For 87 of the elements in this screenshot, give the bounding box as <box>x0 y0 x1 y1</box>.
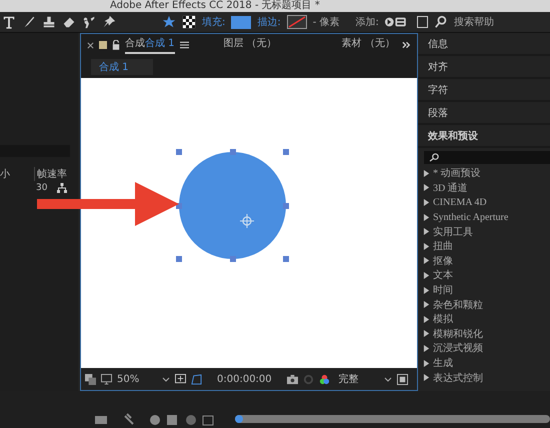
pin-icon[interactable] <box>102 15 116 29</box>
panel-tab[interactable]: 图层 （无） <box>224 36 277 54</box>
disclosure-triangle-icon[interactable] <box>423 374 430 382</box>
effect-category[interactable]: 文本 <box>418 268 550 283</box>
selection-handle[interactable] <box>283 256 289 262</box>
effect-category[interactable]: 模糊和锐化 <box>418 326 550 342</box>
close-icon[interactable] <box>87 42 94 48</box>
brush-icon[interactable] <box>22 15 36 29</box>
arrow-icon <box>37 182 179 226</box>
fast-preview-icon[interactable] <box>396 374 408 384</box>
effect-category[interactable]: 实用工具 <box>418 224 550 239</box>
disclosure-triangle-icon[interactable] <box>423 301 430 308</box>
disclosure-triangle-icon[interactable] <box>423 184 430 192</box>
monitor-icon[interactable] <box>101 374 112 384</box>
disclosure-triangle-icon[interactable] <box>423 286 430 294</box>
disclosure-triangle-icon[interactable] <box>423 360 430 367</box>
disclosure-triangle-icon[interactable] <box>423 344 430 352</box>
star-icon[interactable] <box>162 15 176 29</box>
stroke-label: 描边: <box>257 16 281 29</box>
effect-category[interactable]: 3D 通道 <box>418 180 550 196</box>
search-icon <box>434 15 448 29</box>
panel-header[interactable]: 对齐 <box>418 56 550 79</box>
stroke-width-unit: - 像素 <box>312 16 340 29</box>
panel-header[interactable]: 效果和预设 <box>418 125 550 148</box>
composition-tab[interactable]: 合成 1 <box>91 59 153 75</box>
text-tool-icon[interactable] <box>2 15 16 29</box>
camera-icon[interactable] <box>286 374 298 384</box>
panel-tab[interactable]: 合成合成 1 <box>125 36 175 54</box>
disclosure-triangle-icon[interactable] <box>423 198 430 206</box>
selection-handle[interactable] <box>283 149 289 155</box>
column-header[interactable]: 帧速率 <box>34 167 67 181</box>
effect-category[interactable]: 杂色和颗粒 <box>418 297 550 312</box>
effect-category[interactable]: 模拟 <box>418 312 550 327</box>
column-header[interactable]: 小 <box>0 167 34 181</box>
table-cell: 30 <box>36 183 48 193</box>
panel-header[interactable]: 段落 <box>418 102 550 125</box>
color-channels-icon[interactable] <box>318 374 330 384</box>
fill-swatch[interactable] <box>231 16 252 28</box>
disclosure-triangle-icon[interactable] <box>423 228 430 236</box>
mask-icon[interactable] <box>191 374 202 384</box>
fill-label: 填充: <box>202 16 226 29</box>
menu-icon[interactable] <box>180 41 189 49</box>
effect-category[interactable]: 生成 <box>418 356 550 370</box>
checkbox[interactable] <box>416 16 428 28</box>
panel-header[interactable]: 信息 <box>418 33 550 56</box>
search-help-field[interactable]: 搜索帮助 <box>454 15 494 29</box>
selection-handle[interactable] <box>176 256 182 262</box>
layers-icon[interactable] <box>85 374 96 384</box>
panel-tab[interactable]: 素材 （无） <box>342 36 395 54</box>
timecode[interactable]: 0:00:00:00 <box>217 374 272 384</box>
disclosure-triangle-icon[interactable] <box>423 316 430 323</box>
checker-icon[interactable] <box>182 15 196 29</box>
selection-handle[interactable] <box>283 202 289 208</box>
effect-category[interactable]: 时间 <box>418 282 550 298</box>
effect-category[interactable]: 沉浸式视频 <box>418 341 550 356</box>
disclosure-triangle-icon[interactable] <box>423 170 430 177</box>
disclosure-triangle-icon[interactable] <box>423 257 430 264</box>
search-field[interactable] <box>424 151 550 164</box>
window-title: Adobe After Effects CC 2018 - 无标题项目 * <box>110 0 320 12</box>
disclosure-triangle-icon[interactable] <box>423 330 430 338</box>
selection-handle[interactable] <box>230 149 236 155</box>
disclosure-triangle-icon[interactable] <box>423 242 430 250</box>
effect-category[interactable]: Synthetic Aperture <box>418 210 550 224</box>
color-square-icon <box>99 41 107 49</box>
zoom-dropdown[interactable]: 50% <box>117 374 157 384</box>
stamp-icon[interactable] <box>42 15 56 29</box>
lock-icon[interactable] <box>112 40 120 50</box>
grid-icon[interactable] <box>175 374 186 384</box>
selection-handle[interactable] <box>230 256 236 262</box>
effect-category[interactable]: 表达式控制 <box>418 370 550 385</box>
eraser-icon[interactable] <box>62 15 76 29</box>
panel-header[interactable]: 字符 <box>418 79 550 102</box>
effect-category[interactable]: * 动画预设 <box>418 166 550 181</box>
caret-icon[interactable] <box>384 376 392 382</box>
chevron-icon[interactable] <box>402 41 411 49</box>
effect-category[interactable]: 抠像 <box>418 254 550 268</box>
disclosure-triangle-icon[interactable] <box>423 272 430 279</box>
selection-handle[interactable] <box>176 149 182 155</box>
flowchart-icon[interactable] <box>57 183 68 193</box>
caret-icon[interactable] <box>162 376 170 382</box>
add-label: 添加: <box>356 16 379 29</box>
effect-category[interactable]: CINEMA 4D <box>418 195 550 210</box>
resolution-dropdown[interactable]: 完整 <box>338 372 379 386</box>
effect-category[interactable]: 扭曲 <box>418 238 550 254</box>
stroke-swatch[interactable] <box>286 15 307 29</box>
search-icon <box>428 153 441 162</box>
disclosure-triangle-icon[interactable] <box>423 214 430 221</box>
